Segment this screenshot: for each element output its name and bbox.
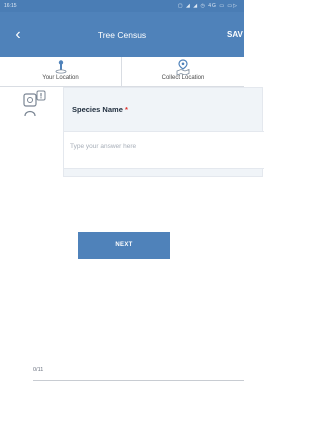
answer-placeholder: Type your answer here [70, 143, 137, 150]
progress-bar [33, 380, 244, 381]
status-time: 16:15 [4, 3, 17, 9]
required-marker: * [124, 105, 128, 114]
next-button[interactable]: NEXT [78, 232, 170, 259]
location-bar: Your Location Collect Location [0, 57, 244, 87]
app-bar: ‹ Tree Census SAV [0, 12, 244, 57]
save-button[interactable]: SAV [227, 30, 243, 39]
progress-count: 0/11 [33, 367, 44, 373]
question-label: Species Name * [72, 105, 128, 114]
page-title: Tree Census [97, 30, 147, 40]
status-bar: 16:15 ▢ ◢ ◢ ◷ 4G ▭ ▭▷ [0, 0, 244, 12]
your-location-label: Your Location [42, 75, 79, 81]
question-label-text: Species Name [72, 105, 123, 114]
collect-location-label: Collect Location [161, 75, 205, 81]
your-location-button[interactable]: Your Location [0, 57, 122, 87]
question-card: Species Name * Type your answer here [63, 87, 264, 177]
answer-input[interactable]: Type your answer here [64, 131, 264, 169]
question-info-icon[interactable] [22, 90, 48, 120]
status-icons: ▢ ◢ ◢ ◷ 4G ▭ ▭▷ [177, 3, 238, 9]
collect-location-button[interactable]: Collect Location [122, 57, 244, 87]
